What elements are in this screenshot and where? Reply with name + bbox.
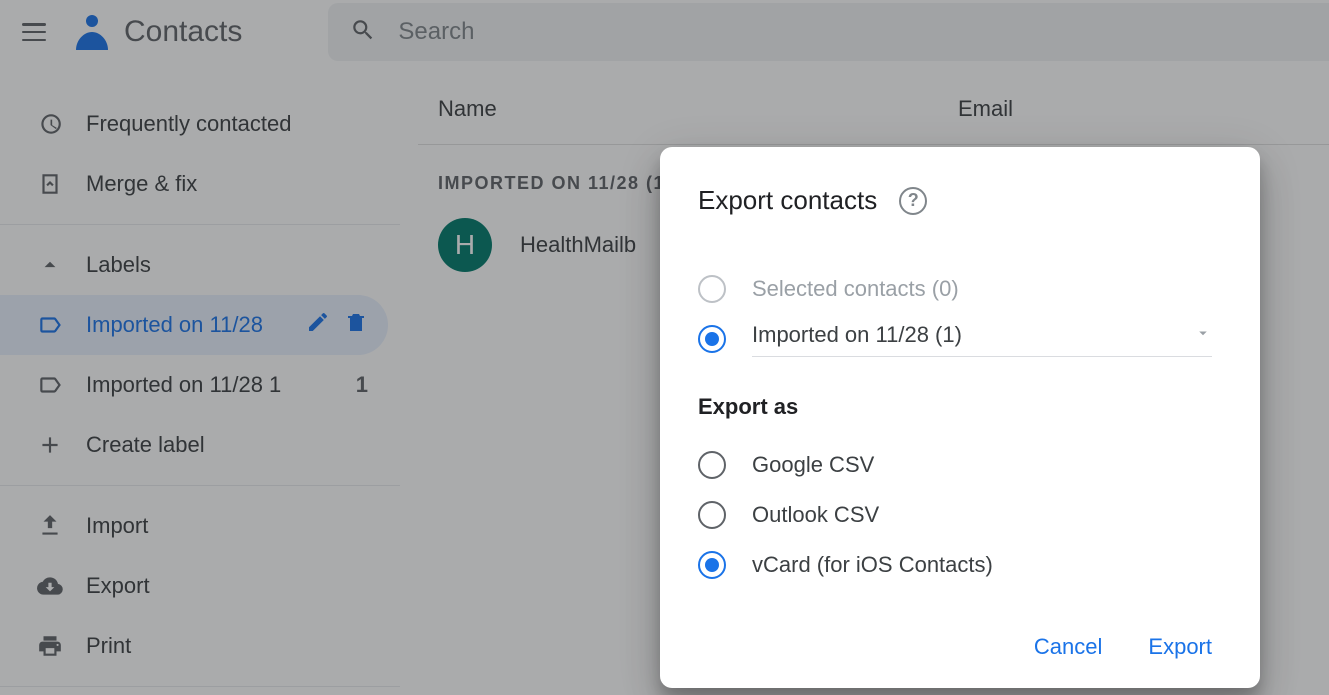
export-dialog: Export contacts ? Selected contacts (0) … [660, 147, 1260, 688]
radio-label-select[interactable]: Imported on 11/28 (1) [698, 314, 1222, 364]
dialog-title: Export contacts [698, 185, 877, 216]
export-button[interactable]: Export [1148, 634, 1212, 660]
radio-vcard[interactable]: vCard (for iOS Contacts) [698, 540, 1222, 590]
radio-icon[interactable] [698, 551, 726, 579]
radio-icon [698, 275, 726, 303]
cancel-button[interactable]: Cancel [1034, 634, 1102, 660]
radio-icon[interactable] [698, 325, 726, 353]
radio-selected-contacts: Selected contacts (0) [698, 264, 1222, 314]
radio-label: Selected contacts (0) [752, 276, 959, 302]
radio-label: Outlook CSV [752, 502, 879, 528]
help-icon[interactable]: ? [899, 187, 927, 215]
label-dropdown[interactable]: Imported on 11/28 (1) [752, 322, 1212, 357]
radio-icon[interactable] [698, 451, 726, 479]
dropdown-value: Imported on 11/28 (1) [752, 322, 962, 348]
radio-outlook-csv[interactable]: Outlook CSV [698, 490, 1222, 540]
radio-label: Google CSV [752, 452, 874, 478]
export-as-label: Export as [698, 394, 1222, 420]
radio-label: vCard (for iOS Contacts) [752, 552, 993, 578]
radio-icon[interactable] [698, 501, 726, 529]
chevron-down-icon [1194, 322, 1212, 348]
radio-google-csv[interactable]: Google CSV [698, 440, 1222, 490]
